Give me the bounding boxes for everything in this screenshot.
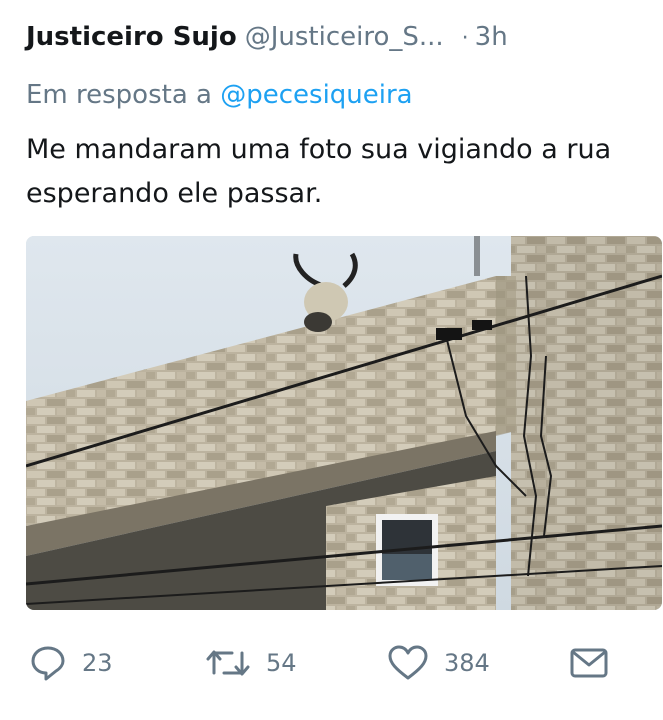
heart-icon (386, 643, 430, 683)
reply-prefix: Em resposta a (26, 80, 212, 110)
tweet-photo[interactable] (26, 236, 662, 610)
message-button[interactable] (568, 638, 610, 688)
timestamp[interactable]: 3h (475, 22, 508, 52)
user-handle[interactable]: @Justiceiro_S... (245, 22, 444, 52)
reply-icon (28, 643, 68, 683)
like-button[interactable]: 384 (386, 638, 490, 688)
display-name[interactable]: Justiceiro Sujo (26, 22, 237, 52)
photo-illustration (26, 236, 662, 610)
tweet-header: Justiceiro Sujo @Justiceiro_S... · 3h (26, 22, 646, 62)
retweet-icon (204, 643, 252, 683)
retweet-button[interactable]: 54 (204, 638, 297, 688)
reply-button[interactable]: 23 (28, 638, 113, 688)
reply-count: 23 (82, 649, 113, 677)
retweet-count: 54 (266, 649, 297, 677)
separator-dot: · (461, 26, 469, 51)
reply-context: Em resposta a @pecesiqueira (26, 80, 413, 110)
envelope-icon (568, 643, 610, 683)
like-count: 384 (444, 649, 490, 677)
reply-mention-link[interactable]: @pecesiqueira (220, 80, 412, 110)
tweet-actions: 23 54 384 (0, 638, 663, 688)
tweet-text: Me mandaram uma foto sua vigiando a rua … (26, 134, 612, 209)
